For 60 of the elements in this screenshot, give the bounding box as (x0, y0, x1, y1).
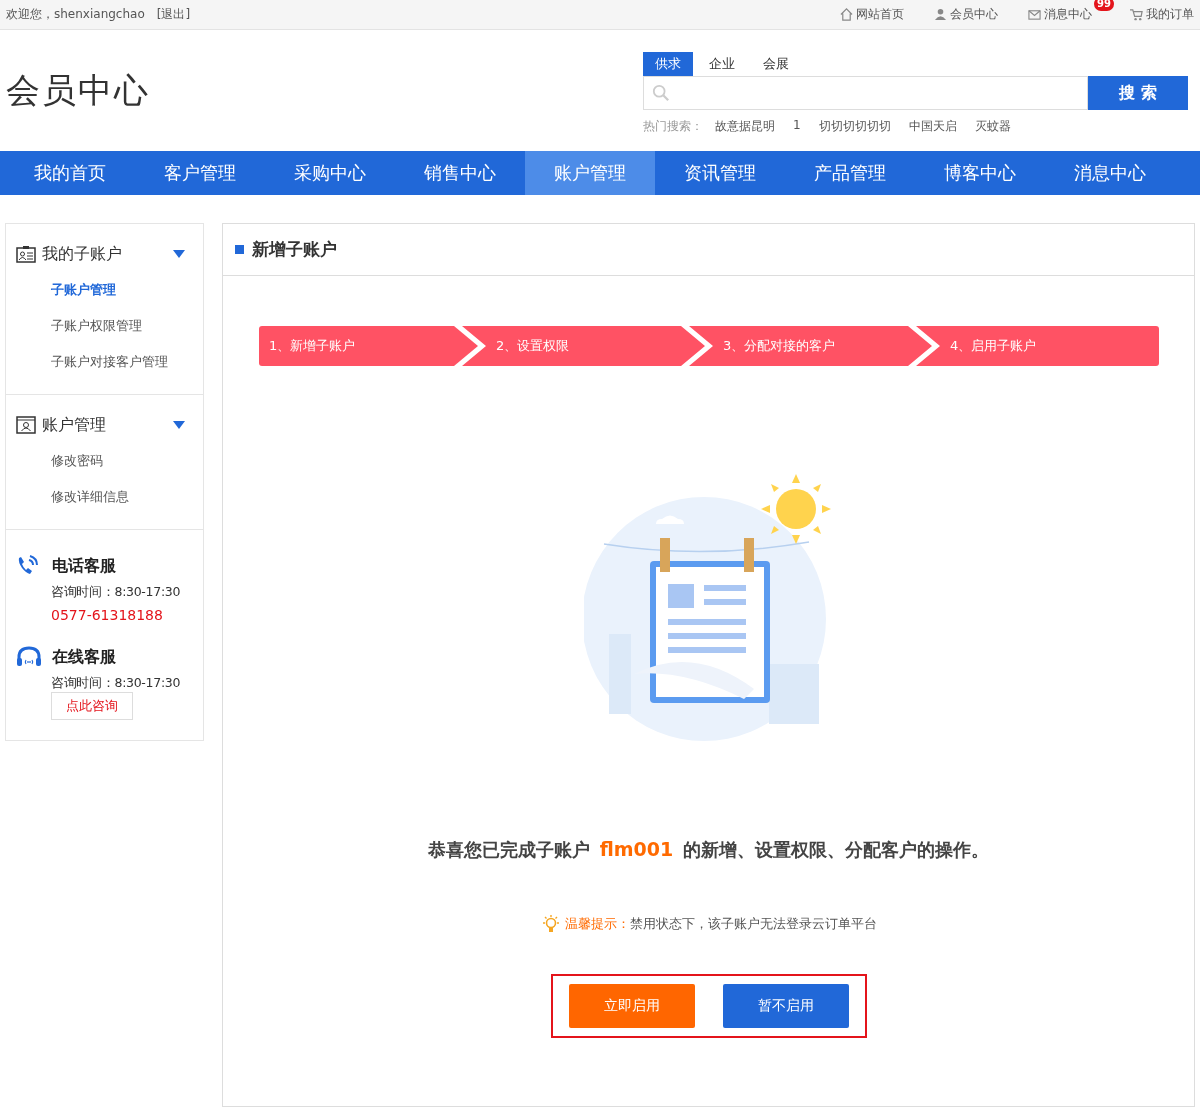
progress-step: 2、设置权限 (462, 326, 705, 366)
menu-item[interactable]: 子账户管理 (51, 278, 203, 302)
search-button[interactable]: 搜 索 (1088, 76, 1188, 110)
profile-frame-icon (16, 416, 36, 434)
search-tab[interactable]: 供求 (643, 52, 693, 76)
panel-title: 新增子账户 (252, 238, 337, 261)
count-badge: 99 (1094, 0, 1114, 11)
square-marker-icon (235, 245, 244, 254)
headset-icon (16, 645, 42, 669)
progress-step: 3、分配对接的客户 (689, 326, 932, 366)
tip-label: 温馨提示： (564, 915, 630, 933)
lightbulb-icon (540, 914, 561, 934)
message-text: 的新增、设置权限、分配客户的操作。 (683, 838, 990, 862)
menu-item[interactable]: 修改详细信息 (51, 485, 203, 509)
service-title: 在线客服 (52, 646, 116, 668)
id-card-icon (16, 245, 36, 263)
top-link[interactable]: 网站首页 (840, 6, 904, 23)
nav-tab[interactable]: 消息中心 (1045, 151, 1175, 195)
hot-search-link[interactable]: 中国天启 (908, 118, 957, 135)
search-tab[interactable]: 会展 (751, 52, 801, 76)
nav-tab[interactable]: 销售中心 (395, 151, 525, 195)
phone-number: 0577-61318188 (50, 607, 164, 623)
search-tab[interactable]: 企业 (697, 52, 747, 76)
menu-item[interactable]: 修改密码 (51, 449, 203, 473)
menu-group-title[interactable]: 我的子账户 (42, 243, 173, 265)
hot-search-label: 热门搜索： (643, 118, 703, 135)
person-icon (934, 8, 947, 21)
menu-group-title[interactable]: 账户管理 (42, 414, 173, 436)
hot-search-link[interactable]: 1 (793, 118, 801, 135)
envelope-icon (1028, 8, 1041, 21)
consult-button[interactable]: 点此咨询 (51, 692, 133, 720)
top-link[interactable]: 我的订单 (1130, 6, 1194, 23)
message-text: 恭喜您已完成子账户 (427, 838, 590, 862)
account-name: flm001 (599, 838, 674, 860)
nav-tab[interactable]: 博客中心 (915, 151, 1045, 195)
house-icon (840, 8, 853, 21)
tip-text: 禁用状态下，该子账户无法登录云订单平台 (629, 915, 877, 933)
nav-tab[interactable]: 我的首页 (5, 151, 135, 195)
search-field[interactable] (643, 76, 1088, 110)
cart-icon (1130, 8, 1143, 21)
progress-step: 1、新增子账户 (259, 326, 478, 366)
nav-tab[interactable]: 采购中心 (265, 151, 395, 195)
nav-tab[interactable]: 资讯管理 (655, 151, 785, 195)
menu-item[interactable]: 子账户权限管理 (51, 314, 203, 338)
search-icon (652, 84, 670, 102)
site-logo: 会员中心 (6, 68, 150, 112)
action-button[interactable]: 暂不启用 (722, 984, 849, 1028)
service-title: 电话客服 (52, 555, 116, 577)
progress-step: 4、启用子账户 (916, 326, 1159, 366)
greeting-text: 欢迎您，shenxiangchao (6, 6, 145, 23)
logout-link[interactable]: [退出] (156, 6, 191, 23)
service-hours: 咨询时间：8:30-17:30 (50, 584, 182, 601)
hot-search-link[interactable]: 灭蚊器 (974, 118, 1011, 135)
service-hours: 咨询时间：8:30-17:30 (50, 675, 182, 692)
nav-tab[interactable]: 产品管理 (785, 151, 915, 195)
nav-tab[interactable]: 客户管理 (135, 151, 265, 195)
hot-search-link[interactable]: 切切切切切切 (818, 118, 891, 135)
menu-item[interactable]: 子账户对接客户管理 (51, 350, 203, 374)
hot-search-link[interactable]: 故意据昆明 (715, 118, 775, 135)
top-link[interactable]: 会员中心 (934, 6, 998, 23)
